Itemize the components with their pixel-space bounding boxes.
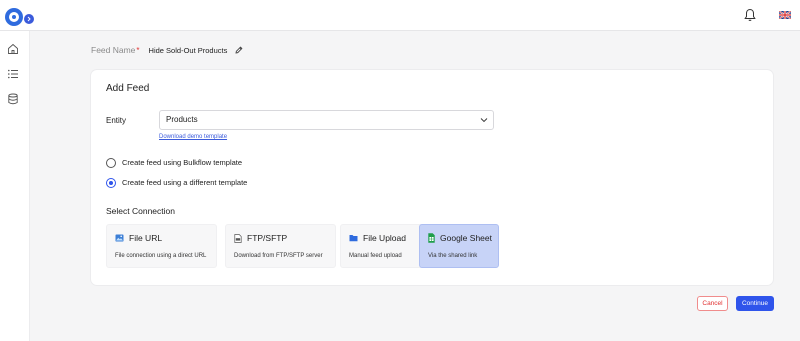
select-connection-label: Select Connection	[106, 206, 175, 216]
connection-title: Google Sheet	[428, 233, 492, 243]
sidebar	[0, 31, 30, 341]
folder-icon	[349, 235, 358, 242]
radio-label: Create feed using a different template	[122, 178, 248, 187]
chevron-down-icon	[480, 118, 488, 123]
download-demo-link[interactable]: Download demo template	[159, 134, 227, 140]
radio-button[interactable]	[106, 157, 116, 168]
continue-button[interactable]: Continue	[736, 296, 774, 311]
connection-description: Manual feed upload	[349, 253, 402, 259]
card-title: Add Feed	[106, 83, 150, 94]
home-icon[interactable]	[7, 43, 19, 55]
pencil-icon[interactable]	[235, 46, 243, 54]
entity-label: Entity	[106, 116, 127, 125]
connection-title-text: FTP/SFTP	[247, 233, 288, 243]
image-file-icon	[115, 234, 124, 242]
connection-title: FTP/SFTP	[234, 233, 287, 243]
radio-label: Create feed using Bulkflow template	[122, 158, 243, 167]
connection-title-text: File Upload	[363, 233, 406, 243]
connection-title-text: Google Sheet	[440, 233, 492, 243]
required-marker: *	[136, 45, 140, 55]
feed-name-row: Feed Name * Hide Sold-Out Products	[91, 44, 243, 56]
radio-different-template[interactable]: Create feed using a different template	[106, 177, 247, 188]
connection-title: File URL	[115, 233, 162, 243]
connection-description: Via the shared link	[428, 253, 478, 259]
connection-title: File Upload	[349, 233, 406, 243]
feed-name-value: Hide Sold-Out Products	[148, 45, 228, 55]
bell-icon[interactable]	[744, 8, 756, 22]
database-icon[interactable]	[7, 93, 19, 105]
connection-description: Download from FTP/SFTP server	[234, 253, 323, 259]
chevron-right-icon[interactable]	[24, 14, 34, 24]
entity-select[interactable]: Products	[159, 110, 494, 130]
top-header	[0, 0, 800, 31]
uk-flag-icon[interactable]	[779, 11, 791, 19]
list-icon[interactable]	[7, 68, 19, 80]
connection-description: File connection using a direct URL	[115, 253, 207, 259]
add-feed-card: Add Feed Entity Products Download demo t…	[91, 70, 773, 285]
radio-button[interactable]	[106, 177, 116, 188]
cancel-button[interactable]: Cancel	[697, 296, 728, 311]
app-logo-icon[interactable]	[5, 8, 23, 26]
connection-ftp-sftp[interactable]: FTP/SFTP Download from FTP/SFTP server	[225, 224, 336, 268]
connection-title-text: File URL	[129, 233, 163, 243]
entity-selected-value: Products	[166, 115, 198, 124]
feed-name-label: Feed Name	[91, 45, 136, 55]
radio-bulkflow-template[interactable]: Create feed using Bulkflow template	[106, 157, 242, 168]
google-sheet-icon	[428, 233, 435, 243]
ftp-file-icon	[234, 233, 242, 243]
connection-file-url[interactable]: File URL File connection using a direct …	[106, 224, 217, 268]
connection-google-sheet[interactable]: Google Sheet Via the shared link	[419, 224, 499, 268]
